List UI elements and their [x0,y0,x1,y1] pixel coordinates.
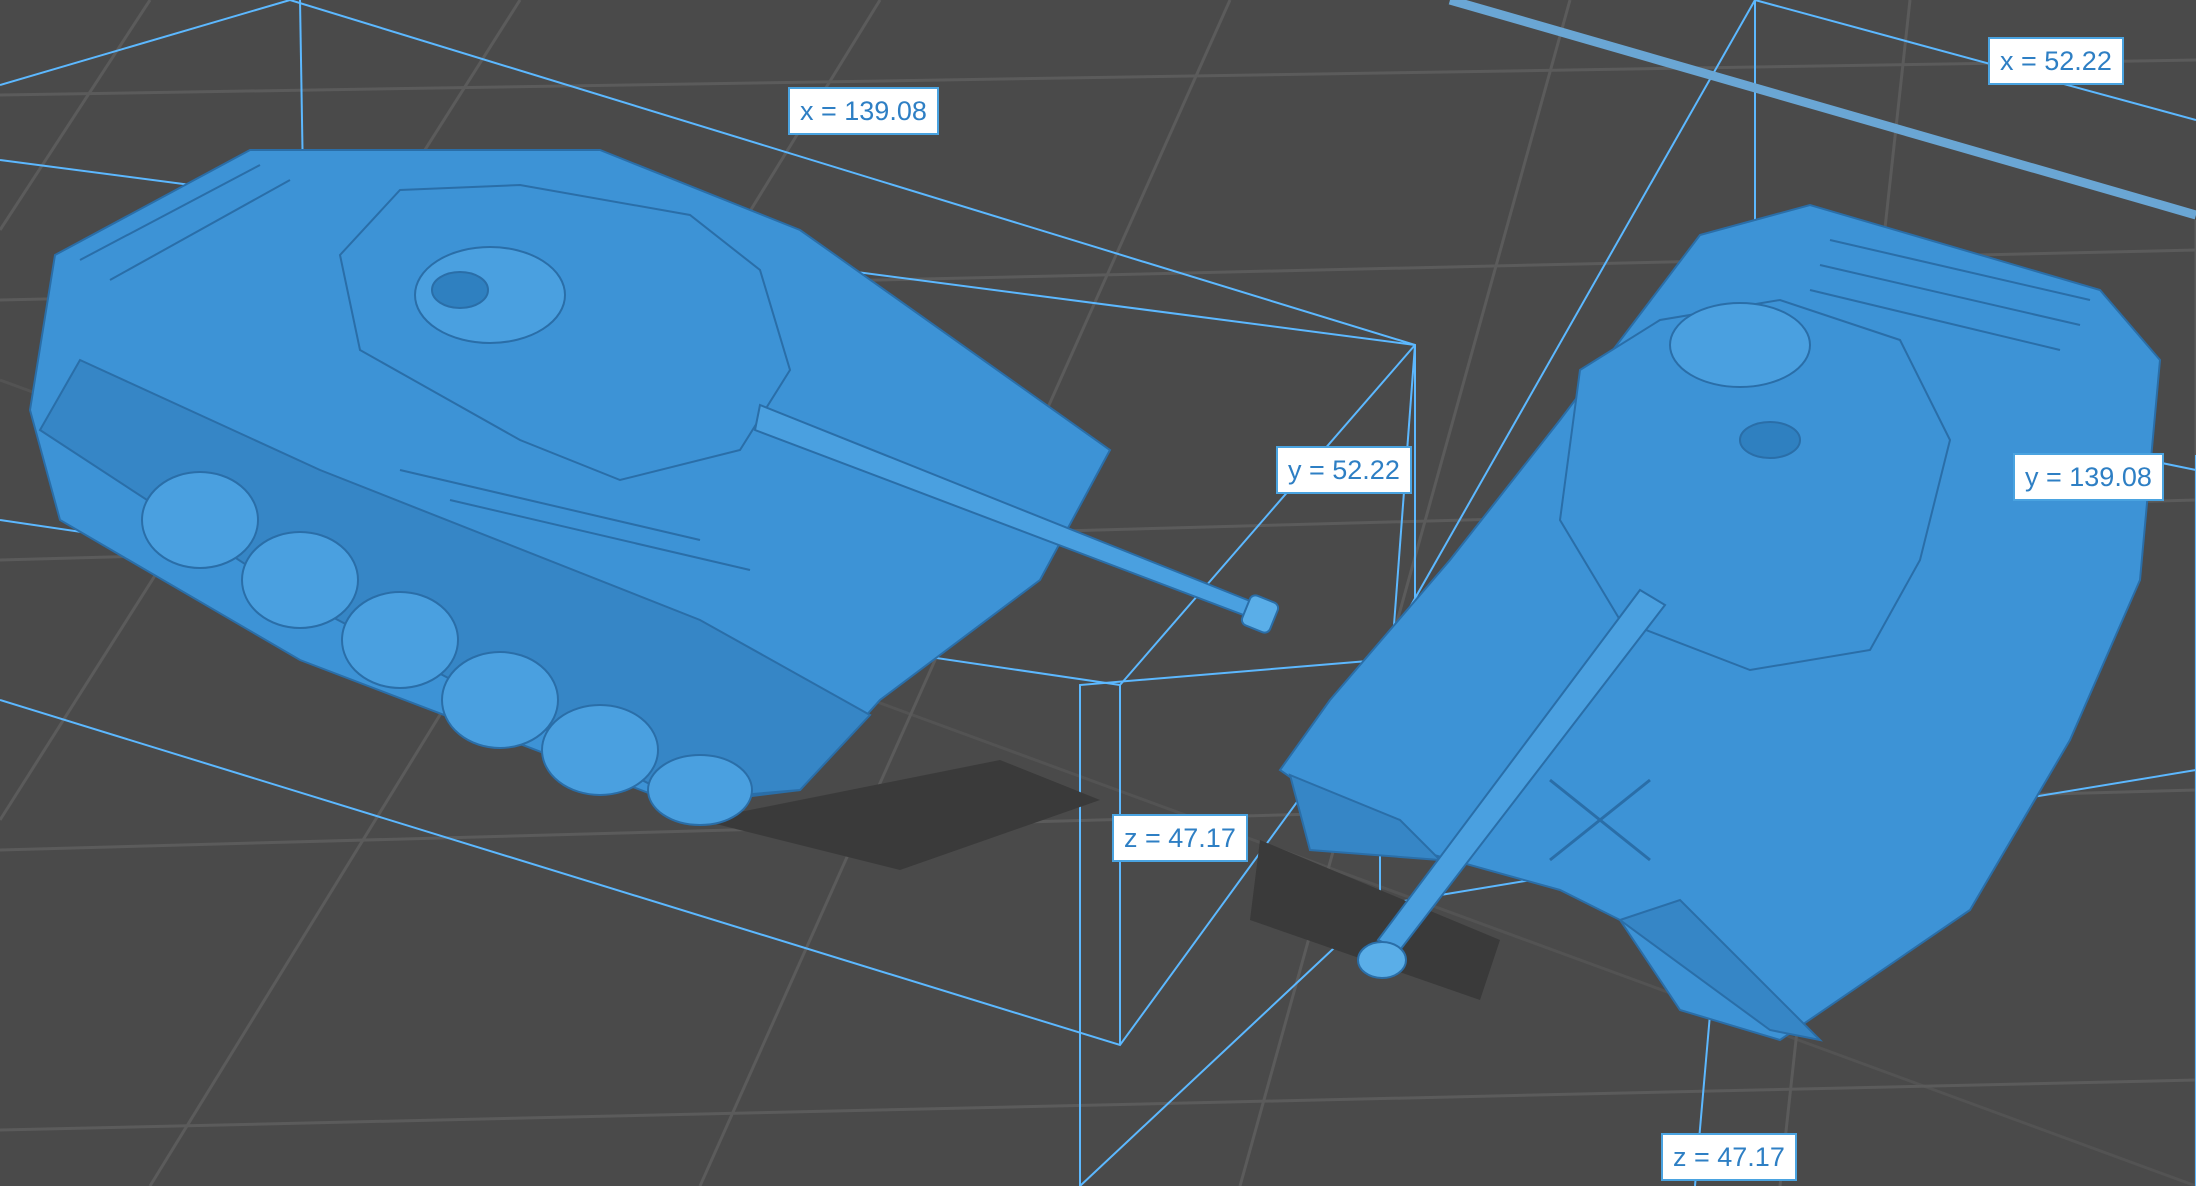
tank-left-y-dimension-label: y = 52.22 [1276,446,1412,494]
tank-left-z-dimension-label: z = 47.17 [1112,814,1248,862]
tank-right-model[interactable] [1250,203,2162,1042]
tank-right-x-dimension-label: x = 52.22 [1988,37,2124,85]
tank-right-y-dimension-label: y = 139.08 [2013,453,2164,501]
tank-right-z-dimension-label: z = 47.17 [1661,1133,1797,1181]
viewport-scene[interactable] [0,0,2196,1186]
tank-left-x-dimension-label: x = 139.08 [788,87,939,135]
plate-edge [1448,0,2196,220]
3d-viewport[interactable]: x = 139.08 y = 52.22 z = 47.17 x = 52.22… [0,0,2196,1186]
tank-left-model[interactable] [28,149,1280,870]
